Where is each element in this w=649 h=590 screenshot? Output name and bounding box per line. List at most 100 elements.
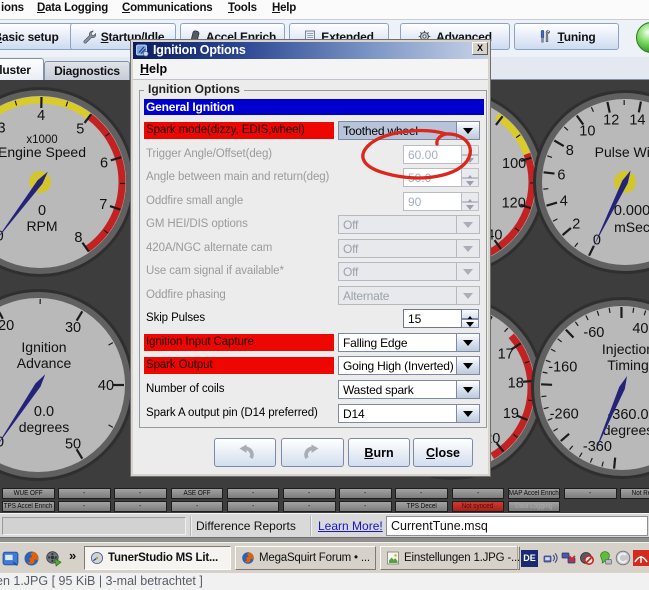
quicklaunch-media-icon[interactable] — [45, 550, 62, 567]
row-label: Oddfire small angle — [144, 193, 336, 210]
indicator-label: - — [140, 503, 142, 510]
spinner-value: 50.0 — [403, 168, 462, 187]
row-label: Spark mode(dizzy, EDIS,wheel) — [144, 122, 334, 139]
spinner-value[interactable]: 15 — [403, 309, 462, 328]
toolbar-basic-setup-button[interactable]: Basic setup — [0, 23, 78, 50]
quicklaunch-firefox-icon[interactable] — [23, 550, 40, 567]
spinner-down-button — [462, 155, 479, 165]
gauge-title: Ignition — [21, 339, 66, 355]
indicator-empty: - — [114, 488, 167, 499]
tray-network-disconnected-icon[interactable] — [561, 550, 577, 566]
gauge-scale-label: 3 — [0, 120, 6, 136]
combo-dropdown-button — [456, 215, 480, 234]
gauge-scale-label: 120 — [502, 196, 526, 212]
combo-gm-hei-dis-options: Off — [338, 215, 480, 234]
chevron-down-icon — [463, 411, 473, 422]
gauge-scale-label: 17 — [498, 346, 514, 362]
gauge-scale-label: 40 — [632, 321, 648, 337]
combo-value: D14 — [338, 404, 456, 423]
indicator-empty: - — [58, 488, 111, 499]
tab-cluster[interactable]: luster — [0, 58, 44, 80]
spinner-oddfire-small-angle: 90 — [403, 192, 480, 211]
gauge-title: Advance — [17, 355, 72, 371]
taskbar-button-tunerstudio[interactable]: TunerStudio MS Lit... — [84, 546, 231, 570]
ignition-options-groupbox — [139, 90, 487, 428]
dialog-close-button[interactable]: X — [472, 42, 488, 55]
learn-more-link[interactable]: Learn More! — [318, 519, 383, 533]
indicator-wue-off: WUE OFF — [2, 488, 55, 499]
dialog-titlebar[interactable]: Ignition Options — [133, 42, 488, 59]
tray-antivirus-icon[interactable] — [633, 550, 649, 566]
taskbar-button-einstellungen[interactable]: Einstellungen 1.JPG -... — [380, 546, 520, 570]
indicator-empty: - — [283, 501, 336, 512]
row-label: Trigger Angle/Offset(deg) — [144, 146, 336, 163]
gauge-scale-label: 5 — [76, 122, 84, 138]
redo-icon — [302, 444, 324, 461]
language-indicator[interactable]: DE — [521, 550, 538, 567]
indicator-label: - — [477, 490, 479, 497]
tray-messenger-icon[interactable] — [597, 550, 613, 566]
spinner-skip-pulses[interactable]: 15 — [403, 309, 480, 328]
combo-420a-ngc-alternate-cam: Off — [338, 239, 480, 258]
gauge-scale-label: -260 — [550, 406, 579, 422]
menu-item-help[interactable]: Help — [272, 2, 296, 14]
indicator-empty: - — [452, 488, 505, 499]
indicator-empty: - — [58, 501, 111, 512]
combo-number-of-coils[interactable]: Wasted spark — [338, 380, 480, 399]
gauge-scale-label: 14 — [629, 112, 645, 128]
burn-button[interactable]: Burn — [348, 438, 410, 467]
firefox-icon — [241, 551, 255, 565]
dialog-title: Ignition Options — [153, 43, 246, 58]
indicator-tps-decel: TPS Decel — [395, 501, 448, 512]
combo-ignition-input-capture[interactable]: Falling Edge — [338, 333, 480, 352]
combo-dropdown-button[interactable] — [456, 356, 480, 375]
menu-item-options-partial[interactable]: ions — [1, 2, 24, 14]
gauge-scale-label: 20 — [0, 318, 14, 334]
gauge-scale-label: 10 — [579, 123, 595, 139]
redo-button[interactable] — [281, 438, 344, 467]
gauge-scale-label: 2 — [572, 217, 580, 233]
image-viewer-icon — [386, 551, 400, 565]
combo-spark-a-output-pin-d14-preferred[interactable]: D14 — [338, 404, 480, 423]
indicator-label: TPS Decel — [407, 503, 437, 510]
gauge-title: Injection — [602, 341, 649, 357]
quicklaunch-overflow-chevron[interactable]: » — [69, 548, 76, 563]
combo-spark-output[interactable]: Going High (Inverted) — [338, 356, 480, 375]
indicator-label: - — [252, 503, 254, 510]
taskbar-button-megasquirt-forum[interactable]: MegaSquirt Forum • ... — [235, 546, 376, 570]
spinner-down-button[interactable] — [462, 319, 479, 329]
gauge-scale-label: 6 — [557, 168, 565, 184]
combo-dropdown-button — [456, 286, 480, 305]
gauge-unit: mSec — [614, 219, 649, 235]
row-label: Use cam signal if available* — [144, 263, 336, 280]
tab-diagnostics[interactable]: Diagnostics — [44, 61, 130, 80]
tray-clock-icon[interactable] — [615, 550, 631, 566]
row-label: 420A/NGC alternate cam — [144, 240, 336, 257]
indicator-empty: - — [339, 501, 392, 512]
status-difference-reports[interactable]: Difference Reports — [196, 519, 296, 533]
dialog-content: Ignition Options General Ignition Spark … — [133, 80, 488, 474]
chevron-down-icon — [463, 340, 473, 351]
menu-item-data-logging[interactable]: Data Logging — [37, 2, 108, 14]
quicklaunch-desktop-icon[interactable] — [2, 550, 19, 567]
dialog-menu-help[interactable]: Help — [140, 62, 167, 76]
combo-dropdown-button[interactable] — [456, 404, 480, 423]
gauge-title: Engine Speed — [0, 144, 86, 160]
combo-dropdown-button[interactable] — [456, 333, 480, 352]
toolbar-tuning-button[interactable]: Tuning — [514, 23, 619, 50]
tray-blocked-icon[interactable] — [579, 550, 595, 566]
spinner-up-button[interactable] — [462, 309, 479, 319]
menu-item-tools[interactable]: Tools — [228, 2, 257, 14]
tray-volume-icon[interactable] — [543, 550, 559, 566]
gauge-title: Pulse Width — [595, 144, 649, 160]
menu-item-communications[interactable]: Communications — [122, 2, 213, 14]
combo-dropdown-button[interactable] — [456, 121, 480, 140]
undo-button[interactable] — [214, 438, 276, 467]
gauge-unit: degrees — [19, 419, 70, 435]
gauge-engine-speed: 0345678x1000Engine Speed0RPM — [0, 87, 135, 277]
combo-dropdown-button[interactable] — [456, 380, 480, 399]
wrench-icon — [82, 30, 96, 44]
gauge-unit: RPM — [26, 218, 57, 234]
close-button[interactable]: Close — [413, 438, 473, 467]
combo-spark-mode-dizzy-edis-wheel[interactable]: Toothed wheel — [338, 121, 480, 140]
